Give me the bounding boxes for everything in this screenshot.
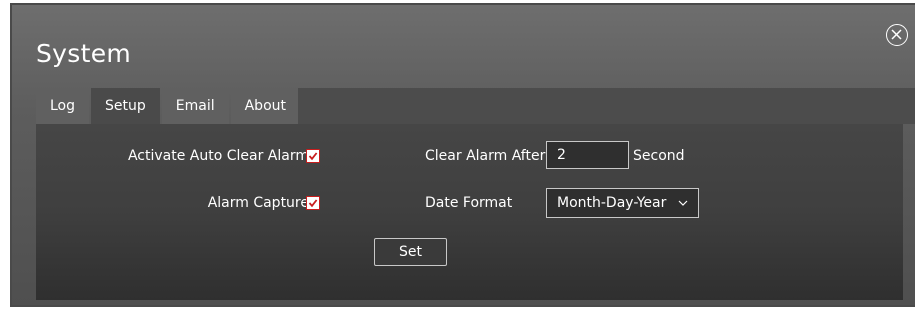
checkmark-icon: [308, 199, 318, 208]
dialog-title: System: [36, 39, 132, 68]
system-dialog: System Log Setup Email About Activate Au…: [10, 3, 915, 307]
clear-after-label: Clear Alarm After: [425, 148, 546, 164]
auto-clear-checkbox[interactable]: [306, 149, 320, 163]
close-button[interactable]: [886, 24, 908, 46]
clear-after-unit: Second: [633, 148, 685, 164]
chevron-down-icon: [678, 200, 688, 206]
tab-label: Email: [175, 98, 215, 114]
alarm-capture-checkbox[interactable]: [306, 196, 320, 210]
tab-about[interactable]: About: [230, 88, 301, 124]
close-icon: [891, 29, 902, 40]
tab-strip-filler: [298, 88, 915, 124]
date-format-select[interactable]: Month-Day-Year: [546, 188, 699, 218]
tab-label: Setup: [105, 98, 146, 114]
setup-panel: Activate Auto Clear Alarm Clear Alarm Af…: [36, 124, 903, 300]
alarm-capture-label: Alarm Capture: [207, 195, 309, 211]
tab-label: Log: [50, 98, 76, 114]
set-button[interactable]: Set: [374, 238, 447, 266]
tab-log[interactable]: Log: [36, 88, 90, 124]
date-format-value: Month-Day-Year: [557, 195, 667, 211]
date-format-label: Date Format: [425, 195, 513, 211]
auto-clear-label: Activate Auto Clear Alarm: [127, 148, 309, 164]
tab-email[interactable]: Email: [161, 88, 229, 124]
clear-after-input[interactable]: 2: [546, 141, 629, 169]
tab-setup[interactable]: Setup: [91, 88, 160, 124]
tab-label: About: [244, 98, 287, 114]
tab-bar: Log Setup Email About: [36, 88, 301, 124]
checkmark-icon: [308, 152, 318, 161]
